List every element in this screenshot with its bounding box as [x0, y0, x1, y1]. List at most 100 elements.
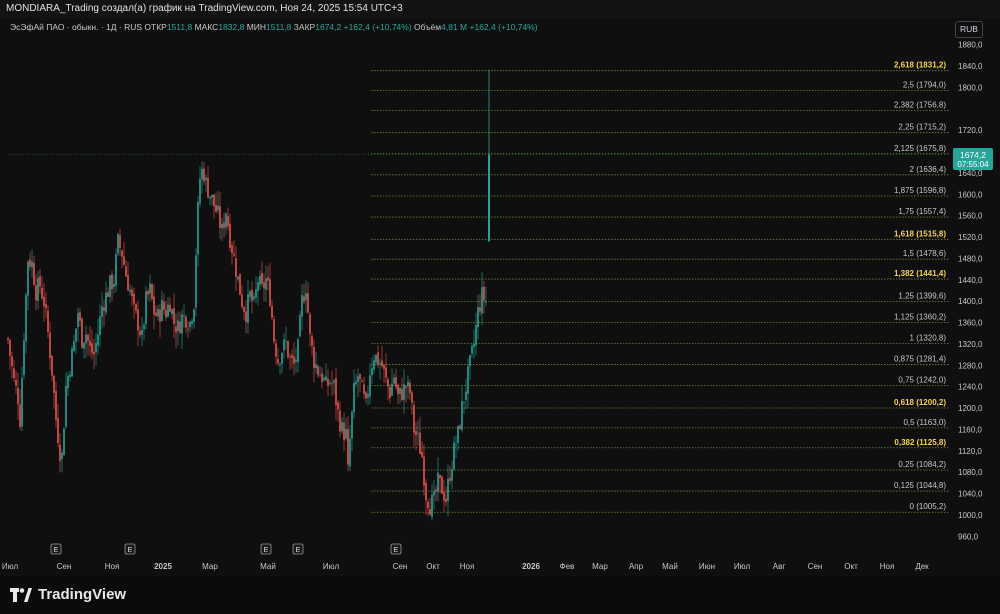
- time-tick-10: 2026: [522, 562, 540, 571]
- candle-body-82: [171, 309, 173, 315]
- candle-body-80: [167, 304, 169, 317]
- candle-body-14: [35, 285, 37, 301]
- candle-body-130: [267, 277, 269, 281]
- candle-body-142: [291, 355, 293, 359]
- candle-body-115: [237, 276, 239, 280]
- time-tick-20: Ноя: [880, 562, 895, 571]
- candle-body-121: [249, 291, 251, 297]
- candle-body-13: [33, 263, 35, 285]
- candle-body-103: [213, 194, 215, 207]
- candle-body-71: [149, 283, 151, 294]
- candle-body-230: [467, 366, 469, 394]
- time-tick-13: Апр: [629, 562, 644, 571]
- earnings-marker-label-0: E: [54, 547, 59, 554]
- candle-body-60: [127, 275, 129, 291]
- time-tick-17: Авг: [773, 562, 786, 571]
- time-axis[interactable]: Июл Сен Ноя 2025 Мар Май Июл Сен Окт Ноя 2026 Фев Ма…: [2, 562, 929, 571]
- candle-body-95: [197, 201, 199, 255]
- candle-body-186: [379, 363, 381, 364]
- candle-body-104: [215, 205, 217, 212]
- price-tick-20: 1800,0: [958, 83, 983, 92]
- candle-body-11: [29, 259, 31, 267]
- candle-body-210: [427, 501, 429, 509]
- time-tick-18: Сен: [808, 562, 823, 571]
- candle-body-163: [333, 380, 335, 383]
- candle-body-72: [151, 284, 153, 299]
- candle-body-196: [399, 387, 401, 394]
- candle-body-189: [385, 367, 387, 378]
- candle-body-141: [289, 356, 291, 358]
- candle-body-64: [135, 304, 137, 311]
- chart-area[interactable]: ЭсЭфАй ПАО · обыкн. · 1Д · RUS ОТКР1511,…: [0, 18, 1000, 576]
- candle-body-49: [105, 292, 107, 313]
- time-tick-2: Ноя: [105, 562, 120, 571]
- candle-body-41: [89, 340, 91, 346]
- candle-body-213: [433, 491, 435, 496]
- tradingview-logo[interactable]: TradingView: [10, 586, 126, 603]
- candle-body-170: [347, 428, 349, 465]
- earnings-events[interactable]: EEEEE: [50, 543, 402, 555]
- time-tick-1: Сен: [57, 562, 72, 571]
- fib-label-13: 1,618 (1515,8): [894, 229, 946, 238]
- candle-body-59: [125, 266, 127, 277]
- candle-body-164: [335, 378, 337, 405]
- candle-body-152: [311, 336, 313, 346]
- candle-body-166: [339, 410, 341, 432]
- candle-body-207: [421, 451, 423, 458]
- candle-body-35: [77, 312, 79, 328]
- fib-label-2: 0,25 (1084,2): [898, 460, 946, 469]
- brand-name: TradingView: [38, 586, 127, 603]
- candle-body-84: [175, 326, 177, 333]
- candle-body-117: [241, 294, 243, 308]
- fib-label-7: 0,875 (1281,4): [894, 355, 946, 364]
- candle-body-27: [61, 452, 63, 460]
- price-chart[interactable]: 0 (1005,2) 0,125 (1044,8) 0,25 (1084,2) 0,3…: [0, 18, 1000, 576]
- candle-body-188: [383, 364, 385, 369]
- price-tick-6: 1200,0: [958, 404, 983, 413]
- fib-label-17: 2,125 (1675,8): [894, 144, 946, 153]
- candle-body-201: [409, 382, 411, 393]
- candle-body-112: [231, 245, 233, 254]
- earnings-marker-label-4: E: [394, 547, 399, 554]
- candle-body-77: [161, 299, 163, 321]
- candle-body-109: [225, 213, 227, 228]
- time-tick-3: 2025: [154, 562, 172, 571]
- time-tick-6: Июл: [323, 562, 340, 571]
- candle-body-40: [87, 334, 89, 341]
- candle-body-31: [69, 374, 71, 377]
- candle-body-160: [327, 378, 329, 386]
- candle-body-173: [353, 382, 355, 413]
- candle-body-6: [19, 404, 21, 427]
- candle-body-21: [49, 332, 51, 359]
- price-axis[interactable]: 960,0 1000,0 1040,0 1080,0 1120,0 1160,0 1200,…: [958, 41, 983, 542]
- candle-body-63: [133, 293, 135, 304]
- candle-body-92: [191, 320, 193, 324]
- candle-body-23: [53, 375, 55, 393]
- price-tick-17: 1640,0: [958, 169, 983, 178]
- candle-body-139: [285, 341, 287, 342]
- fib-label-11: 1,382 (1441,4): [894, 269, 946, 278]
- candle-body-46: [99, 316, 101, 336]
- candle-body-74: [155, 312, 157, 316]
- candle-body-97: [201, 168, 203, 180]
- fib-label-1: 0,125 (1044,8): [894, 481, 946, 490]
- candle-body-200: [407, 381, 409, 387]
- candle-body-202: [411, 392, 413, 403]
- candle-body-8: [23, 340, 25, 376]
- fib-label-20: 2,5 (1794,0): [903, 81, 946, 90]
- earnings-marker-label-3: E: [296, 547, 301, 554]
- candle-body-111: [229, 223, 231, 248]
- candle-body-81: [169, 304, 171, 312]
- candle-body-153: [313, 346, 315, 369]
- candle-body-98: [203, 168, 205, 182]
- candle-body-140: [287, 341, 289, 358]
- fib-label-3: 0,382 (1125,8): [894, 438, 946, 447]
- candle-body-61: [129, 289, 131, 292]
- earnings-marker-label-2: E: [264, 547, 269, 554]
- candle-body-42: [91, 343, 93, 353]
- candle-body-157: [321, 373, 323, 382]
- fib-label-21: 2,618 (1831,2): [894, 61, 946, 70]
- price-tick-7: 1240,0: [958, 383, 983, 392]
- candle-body-58: [123, 256, 125, 265]
- candle-body-223: [453, 442, 455, 470]
